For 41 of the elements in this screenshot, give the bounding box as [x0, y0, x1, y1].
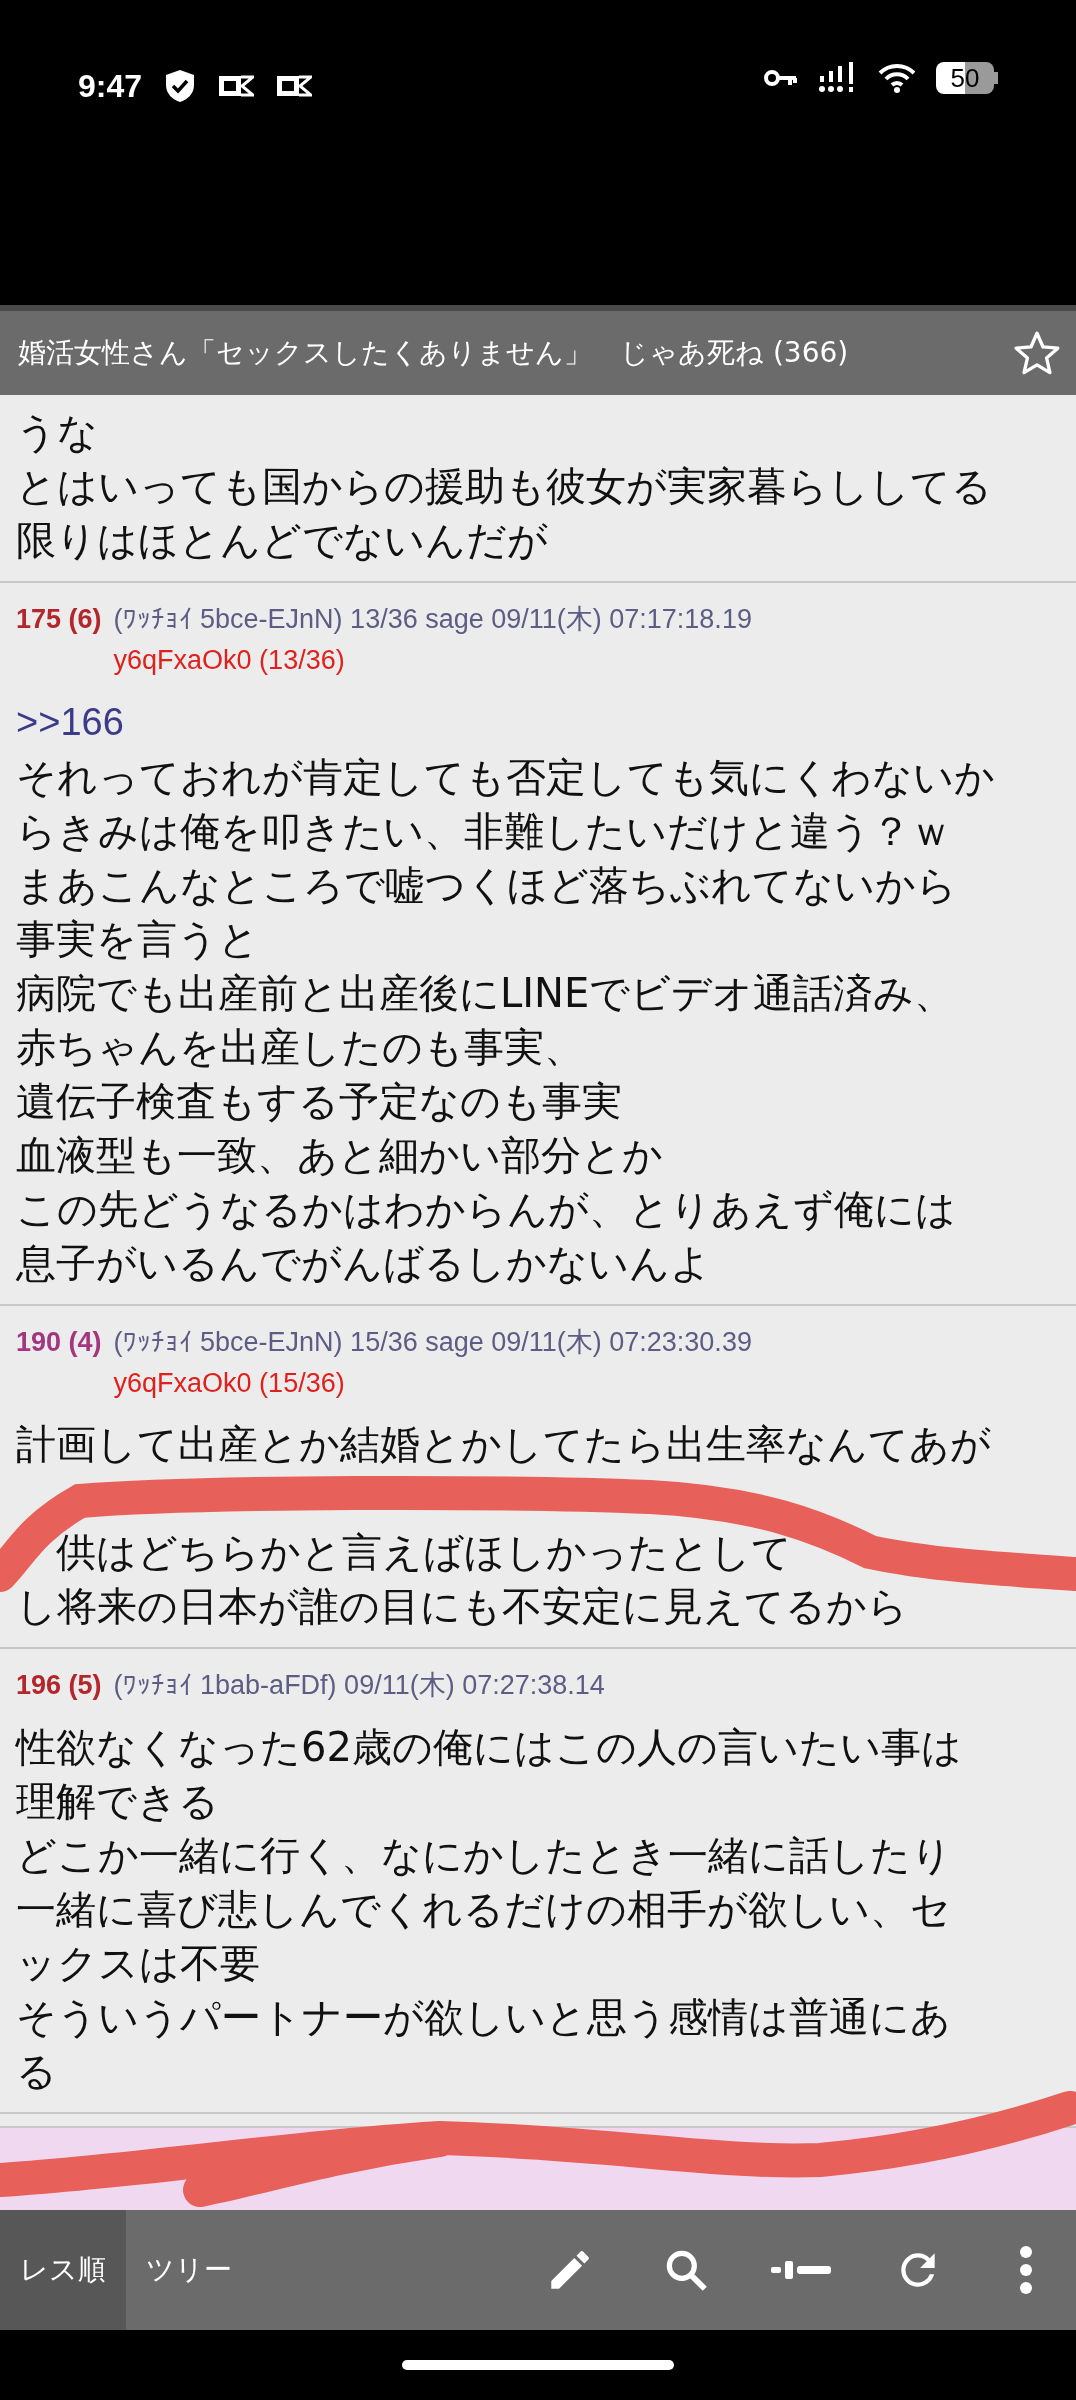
poster-id[interactable]: y6qFxaOk0 (13/36) [113, 639, 752, 680]
post-text-line: そういうパートナーが欲しいと思う感情は普通にあ [16, 1992, 951, 2042]
shield-icon [164, 69, 197, 103]
post-meta: (ﾜｯﾁｮｲ 1bab-aFDf) 09/11(木) 07:27:38.14 [113, 1669, 605, 1702]
post-text-line: らきみは俺を叩きたい、非難したいだけと違う？ｗ [16, 807, 951, 856]
poster-id[interactable]: y6qFxaOk0 (15/36) [113, 1362, 752, 1403]
tab[interactable]: レス順 [0, 2210, 126, 2330]
post-text-line: ックスは不要 [16, 1938, 260, 1988]
post-text-line: 一緒に喜び悲しんでくれるだけの相手が欲しい、セ [16, 1884, 951, 1934]
post-text-line: とはいっても国からの援助も彼女が実家暮らししてる [16, 462, 992, 511]
post-text-line: 限りはほとんどでないんだが [16, 516, 548, 565]
post-text-line: それっておれが肯定しても否定しても気にくわないか [16, 753, 995, 802]
post-text-line: 供はどちらかと言えばほしかったとして [56, 1528, 792, 1577]
post-text-line: この先どうなるかはわからんが、とりあえず俺には [16, 1185, 956, 1234]
key-icon [764, 68, 798, 88]
post-text-line: 赤ちゃんを出産したのも事実、 [16, 1023, 584, 1072]
post-text-line: どこか一緒に行く、なにかしたとき一緒に話したり [16, 1830, 952, 1880]
post-text-line: る [16, 2046, 57, 2096]
post-meta: (ﾜｯﾁｮｲ 5bce-EJnN) 13/36 sage 09/11(木) 07:17:18.19 [113, 603, 752, 636]
mail-icon [276, 73, 313, 99]
post-text-line: 性欲なくなった62歳の俺にはこの人の言いたい事は [16, 1722, 962, 1772]
post-text-line: 病院でも出産前と出産後にLINEでビデオ通話済み、 [16, 969, 955, 1018]
thread-title: 婚活女性さん「セックスしたくありません」 じゃあ死ね (366) [18, 335, 849, 371]
post-text-line: 理解できる [16, 1776, 219, 1826]
status-time: 9:47 [78, 67, 143, 106]
post-text-line: 計画して出産とか結婚とかしてたら出生率なんてあが [16, 1420, 991, 1469]
post-text-line: 事実を言うと [16, 915, 259, 964]
tab[interactable]: ツリー [126, 2210, 252, 2330]
post-number[interactable]: 190 (4) [16, 1322, 102, 1363]
post-text-line: まあこんなところで嘘つくほど落ちぶれてないから [16, 861, 957, 910]
post-text-line: 血液型も一致、あと細かい部分とか [16, 1131, 663, 1180]
post-text-line: し将来の日本が誰の目にも不安定に見えてるから [16, 1582, 908, 1631]
post-text-line: 遺伝子検査もする予定なのも事実 [16, 1077, 622, 1126]
wifi-icon [878, 63, 916, 93]
post-number[interactable]: 196 (5) [16, 1665, 102, 1706]
post-text-line: うな [16, 408, 98, 457]
mail-icon [218, 73, 255, 99]
post-meta: (ﾜｯﾁｮｲ 5bce-EJnN) 15/36 sage 09/11(木) 07:23:30.39 [113, 1326, 752, 1359]
post-text-line: 息子がいるんでがんばるしかないんよ [16, 1239, 711, 1288]
post-number[interactable]: 175 (6) [16, 599, 102, 640]
reply-link[interactable]: >>166 [16, 694, 124, 750]
